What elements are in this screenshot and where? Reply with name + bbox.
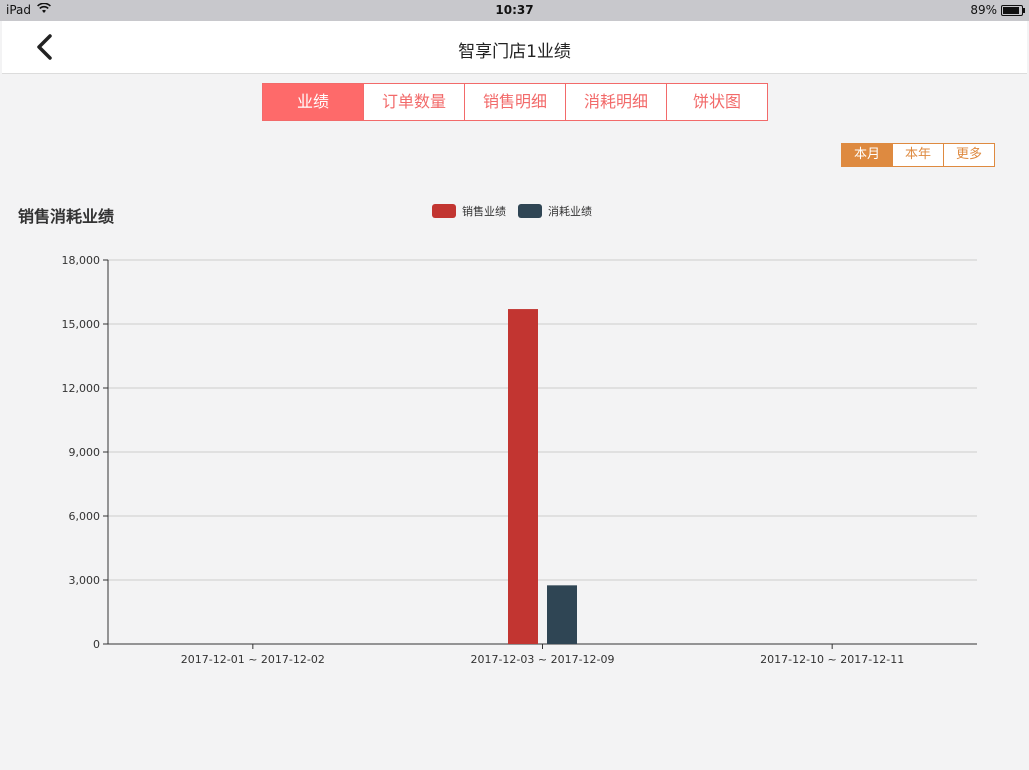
tab-order-count[interactable]: 订单数量 xyxy=(363,84,464,120)
page-title: 智享门店1业绩 xyxy=(458,42,571,62)
x-tick-label: 2017-12-03 ~ 2017-12-09 xyxy=(470,653,614,666)
tab-sales-detail[interactable]: 销售明细 xyxy=(464,84,565,120)
battery-percent: 89% xyxy=(970,3,997,17)
period-this-year[interactable]: 本年 xyxy=(892,144,943,166)
chart-legend: 销售业绩 消耗业绩 xyxy=(432,203,592,219)
x-tick-label: 2017-12-10 ~ 2017-12-11 xyxy=(760,653,904,666)
y-tick-label: 18,000 xyxy=(62,254,101,267)
bar-consumption xyxy=(547,585,577,644)
legend-swatch-sales xyxy=(432,204,456,218)
report-tabs: 业绩 订单数量 销售明细 消耗明细 饼状图 xyxy=(262,83,768,121)
legend-label-sales: 销售业绩 xyxy=(462,205,506,218)
status-time: 10:37 xyxy=(495,3,534,17)
y-tick-label: 0 xyxy=(93,638,100,651)
tab-consumption-detail[interactable]: 消耗明细 xyxy=(565,84,666,120)
status-bar: iPad 10:37 89% xyxy=(0,0,1029,21)
period-this-month[interactable]: 本月 xyxy=(842,144,892,166)
tab-pie-chart[interactable]: 饼状图 xyxy=(666,84,767,120)
period-more[interactable]: 更多 xyxy=(943,144,994,166)
x-tick-label: 2017-12-01 ~ 2017-12-02 xyxy=(181,653,325,666)
y-tick-label: 9,000 xyxy=(69,446,101,459)
legend-swatch-consumption xyxy=(518,204,542,218)
nav-bar: 智享门店1业绩 xyxy=(2,21,1027,74)
battery-icon xyxy=(1001,4,1025,16)
legend-item-consumption[interactable]: 消耗业绩 xyxy=(518,203,592,219)
tab-performance[interactable]: 业绩 xyxy=(263,84,363,120)
chart-title: 销售消耗业绩 xyxy=(18,207,115,226)
legend-item-sales[interactable]: 销售业绩 xyxy=(432,203,506,219)
y-tick-label: 15,000 xyxy=(62,318,101,331)
period-selector: 本月 本年 更多 xyxy=(841,143,995,167)
y-tick-label: 6,000 xyxy=(69,510,101,523)
bar-sales xyxy=(508,309,538,644)
y-tick-label: 3,000 xyxy=(69,574,101,587)
status-right: 89% xyxy=(970,3,1025,17)
bar-chart: 0 3,000 6,000 9,000 12,000 15,000 18,000 2017-1… xyxy=(62,254,977,666)
y-tick-label: 12,000 xyxy=(62,382,101,395)
legend-label-consumption: 消耗业绩 xyxy=(548,205,592,218)
